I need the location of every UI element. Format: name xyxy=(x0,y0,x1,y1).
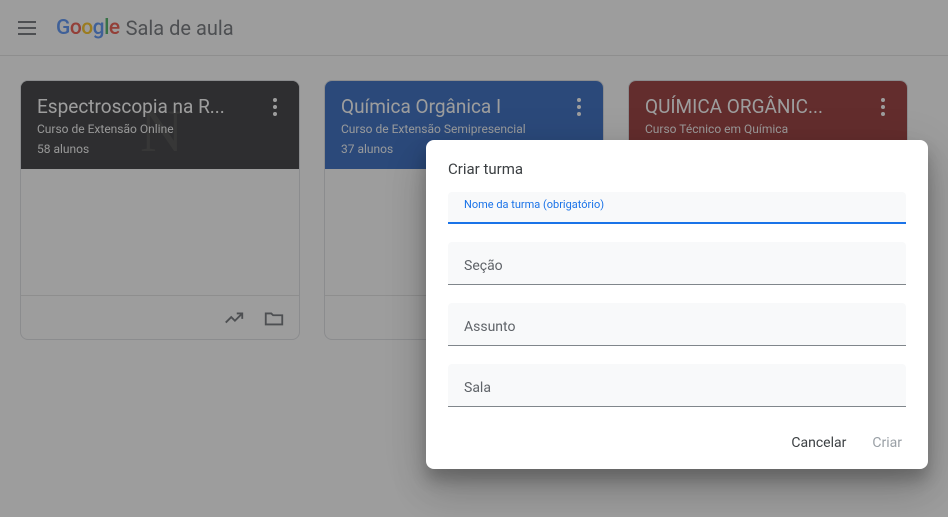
subject-field[interactable]: Assunto xyxy=(448,303,906,346)
field-label: Seção xyxy=(464,258,890,274)
field-label: Nome da turma (obrigatório) xyxy=(464,198,604,211)
field-label: Sala xyxy=(464,380,890,396)
cancel-button[interactable]: Cancelar xyxy=(791,435,846,451)
section-field[interactable]: Seção xyxy=(448,242,906,285)
create-class-dialog: Criar turma Nome da turma (obrigatório) … xyxy=(426,140,928,469)
dialog-actions: Cancelar Criar xyxy=(448,425,906,457)
dialog-title: Criar turma xyxy=(448,160,906,178)
room-field[interactable]: Sala xyxy=(448,364,906,407)
class-name-field[interactable]: Nome da turma (obrigatório) xyxy=(448,192,906,224)
field-label: Assunto xyxy=(464,319,890,335)
create-button[interactable]: Criar xyxy=(872,435,902,451)
